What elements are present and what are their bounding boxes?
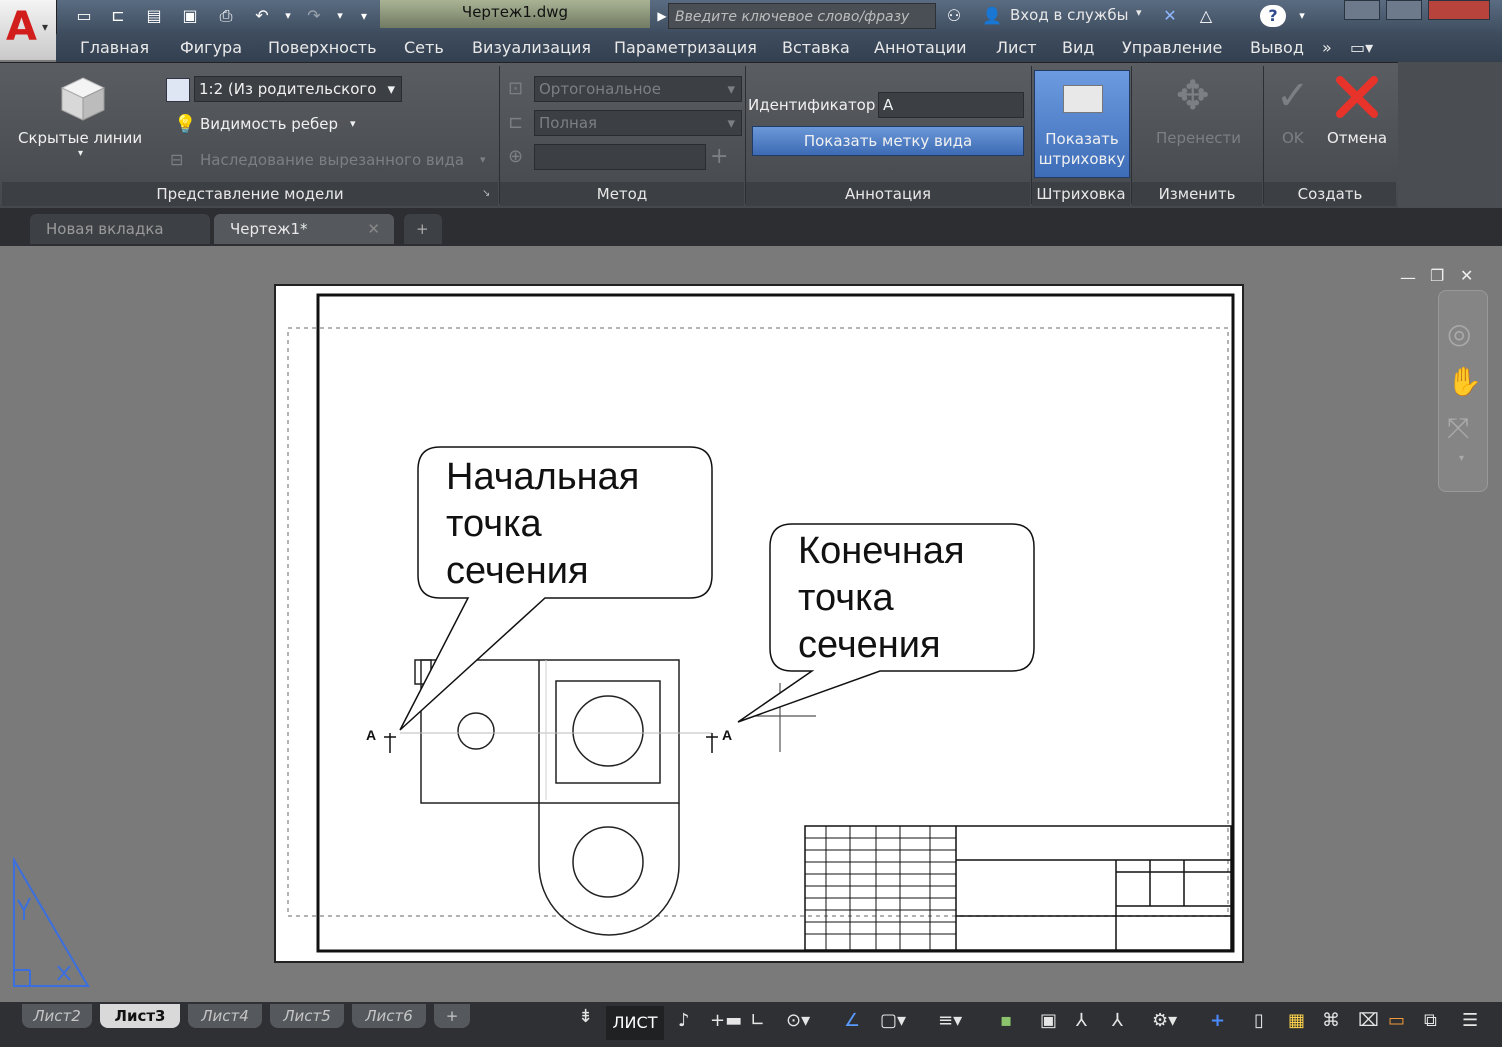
base-view[interactable] xyxy=(414,659,680,936)
model-space-toggle[interactable]: ЛИСТ xyxy=(606,1006,664,1040)
section-arrow-end[interactable] xyxy=(706,733,718,753)
lock-ui-icon[interactable]: ⌘ xyxy=(1322,1010,1340,1031)
callout-start-text: Начальная точка сечения xyxy=(446,454,639,595)
hardware-acceleration-icon[interactable]: ▭ xyxy=(1388,1010,1405,1031)
callout-start-line-1: Начальная xyxy=(446,456,640,498)
section-arrow-start[interactable] xyxy=(384,733,396,753)
clean-screen-icon[interactable]: ⧉ xyxy=(1424,1010,1437,1031)
layout-tab-2[interactable]: Лист2 xyxy=(22,1004,92,1028)
drawing-svg: A A xyxy=(13,293,1235,987)
steering-wheel-icon[interactable]: ◎ xyxy=(1447,317,1471,350)
transparency-icon[interactable]: ▪ xyxy=(1000,1010,1012,1031)
callout-start-line-2: точка xyxy=(446,503,542,545)
ortho-icon[interactable]: ∟ xyxy=(750,1010,765,1031)
isodraft-icon[interactable]: ∠ xyxy=(844,1010,860,1031)
callout-start-line-3: сечения xyxy=(446,550,589,592)
object-snap-icon[interactable]: ▢▾ xyxy=(880,1010,906,1031)
snap-icon[interactable]: ♪ xyxy=(678,1010,690,1031)
layout-menu-icon[interactable]: ⇟ xyxy=(578,1006,593,1027)
selection-cycling-icon[interactable]: ▣ xyxy=(1040,1010,1057,1031)
isolate-objects-icon[interactable]: ⌧ xyxy=(1358,1010,1379,1031)
polar-icon[interactable]: ⊙▾ xyxy=(786,1010,810,1031)
zoom-extents-icon[interactable]: ⤧ xyxy=(1447,411,1469,445)
callout-end-line-1: Конечная xyxy=(798,530,965,572)
section-label-end: A xyxy=(722,727,732,743)
layout-tab-6[interactable]: Лист6 xyxy=(352,1004,426,1028)
layout-tab-5[interactable]: Лист5 xyxy=(270,1004,344,1028)
quick-properties-icon[interactable]: ▦ xyxy=(1288,1010,1305,1031)
add-layout-button[interactable]: + xyxy=(434,1004,470,1028)
callout-end-text: Конечная точка сечения xyxy=(798,528,965,669)
pan-hand-icon[interactable]: ✋ xyxy=(1447,365,1482,398)
callout-end-line-3: сечения xyxy=(798,624,941,666)
customization-menu-icon[interactable]: ☰ xyxy=(1462,1010,1478,1031)
lineweight-icon[interactable]: ≡▾ xyxy=(938,1010,962,1031)
nav-dropdown-icon[interactable]: ▾ xyxy=(1459,453,1464,464)
annotation-monitor-icon[interactable]: + xyxy=(1210,1010,1225,1031)
layout-tab-3[interactable]: Лист3 xyxy=(100,1004,180,1028)
ucs-icon xyxy=(13,856,90,987)
units-icon[interactable]: ▯ xyxy=(1254,1010,1264,1031)
annotation-scale-icon[interactable]: ⅄ xyxy=(1076,1010,1087,1031)
section-label-start: A xyxy=(366,727,376,743)
grid-icon[interactable]: +▬ xyxy=(710,1010,742,1031)
title-block xyxy=(804,825,1232,951)
title-block-grid xyxy=(805,826,956,950)
callout-end-line-2: точка xyxy=(798,577,894,619)
navigation-bar: ◎ ✋ ⤧ ▾ xyxy=(1438,290,1488,492)
workspace-gear-icon[interactable]: ⚙▾ xyxy=(1152,1010,1177,1031)
printable-area xyxy=(287,327,1229,917)
annotation-visibility-icon[interactable]: ⅄ xyxy=(1112,1010,1123,1031)
layout-tab-4[interactable]: Лист4 xyxy=(188,1004,262,1028)
